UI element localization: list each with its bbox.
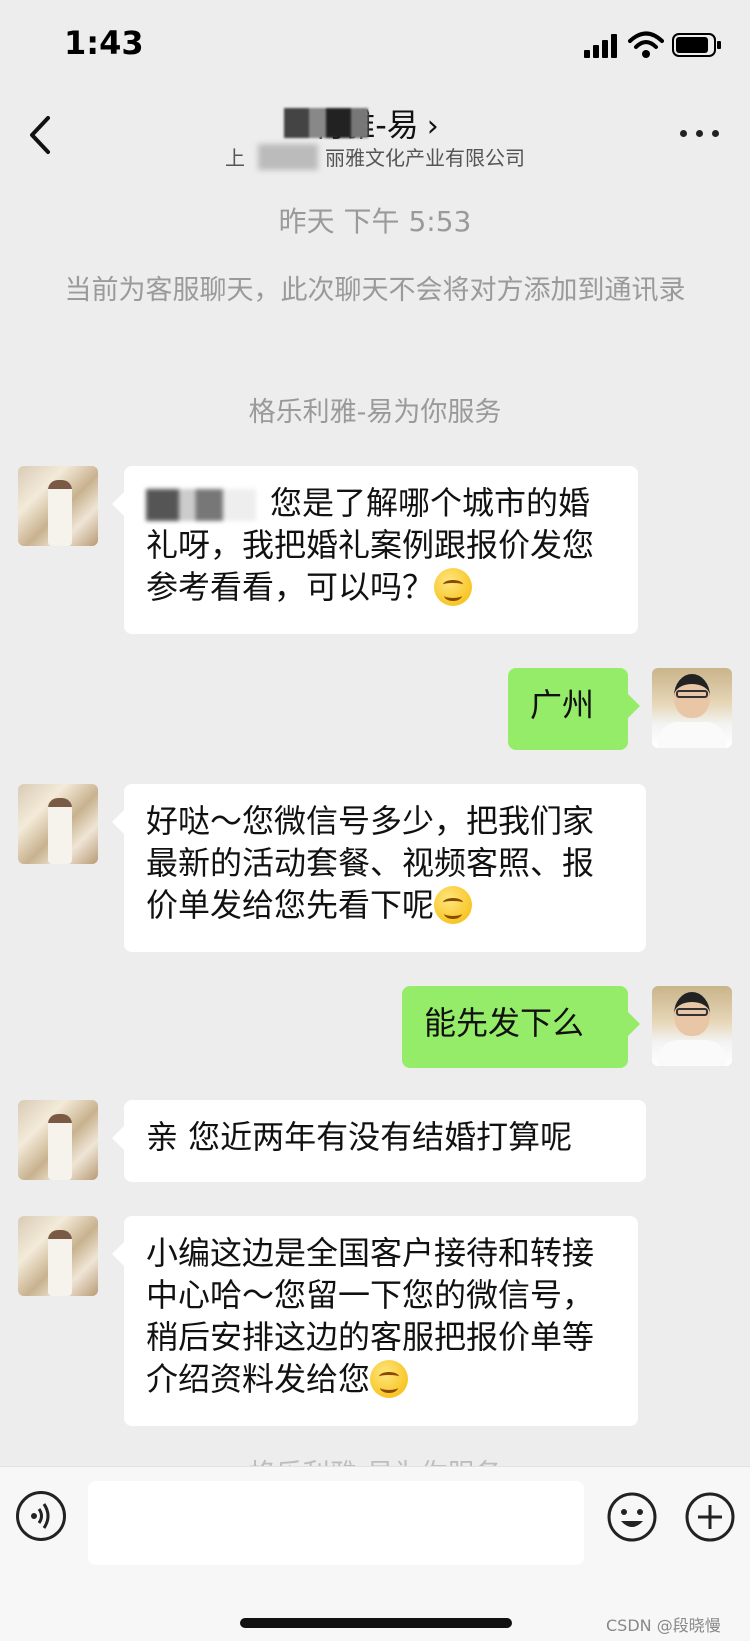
chevron-right-icon: › bbox=[426, 109, 439, 144]
message-text: 广州 bbox=[530, 686, 595, 724]
message-bubble-incoming[interactable]: 您是了解哪个城市的婚礼呀，我把婚礼案例跟报价发您参考看看，可以吗？ bbox=[112, 466, 638, 634]
message-text: 亲 您近两年有没有结婚打算呢 bbox=[146, 1118, 573, 1156]
ellipsis-icon bbox=[680, 130, 687, 137]
message-bubble-incoming[interactable]: 亲 您近两年有没有结婚打算呢 bbox=[112, 1100, 646, 1182]
wink-emoji-icon bbox=[370, 1360, 409, 1398]
home-indicator bbox=[240, 1618, 512, 1628]
plus-button[interactable] bbox=[684, 1491, 736, 1543]
user-avatar[interactable] bbox=[652, 986, 732, 1066]
status-bar: 1:43 bbox=[0, 0, 750, 90]
user-avatar[interactable] bbox=[652, 668, 732, 748]
voice-icon bbox=[31, 1503, 50, 1529]
chat-header: 利雅-易› 上丽雅文化产业有限公司 bbox=[0, 90, 750, 180]
chat-title[interactable]: 利雅-易› bbox=[0, 100, 750, 146]
watermark: CSDN @段晓慢 bbox=[606, 1616, 721, 1635]
glasses-icon bbox=[676, 1008, 708, 1016]
smile-emoji-icon bbox=[434, 886, 473, 924]
system-notice: 当前为客服聊天，此次聊天不会将对方添加到通讯录 bbox=[64, 275, 686, 306]
service-notice: 格乐利雅-易为你服务 bbox=[248, 397, 502, 428]
message-input[interactable] bbox=[88, 1481, 584, 1565]
message-bubble-outgoing[interactable]: 广州 bbox=[508, 668, 640, 750]
message-bubble-incoming[interactable]: 好哒～您微信号多少，把我们家最新的活动套餐、视频客照、报价单发给您先看下呢 bbox=[112, 784, 646, 952]
contact-avatar[interactable] bbox=[18, 1100, 98, 1180]
message-text: 好哒～您微信号多少，把我们家最新的活动套餐、视频客照、报价单发给您先看下呢 bbox=[146, 802, 595, 924]
message-bubble-outgoing[interactable]: 能先发下么 bbox=[402, 986, 640, 1068]
message-timestamp: 昨天 下午 5:53 bbox=[278, 205, 472, 238]
wifi-icon bbox=[628, 31, 664, 58]
emoji-button[interactable] bbox=[606, 1491, 658, 1543]
redacted-name bbox=[284, 108, 368, 138]
voice-button[interactable] bbox=[16, 1491, 66, 1541]
contact-avatar[interactable] bbox=[18, 466, 98, 546]
smile-emoji-icon bbox=[434, 568, 473, 606]
battery-icon bbox=[672, 33, 721, 57]
message-bubble-incoming[interactable]: 小编这边是全国客户接待和转接中心哈～您留一下您的微信号，稍后安排这边的客服把报价… bbox=[112, 1216, 638, 1426]
status-time: 1:43 bbox=[64, 24, 144, 62]
redacted-greeting bbox=[146, 489, 256, 521]
glasses-icon bbox=[676, 690, 708, 698]
contact-avatar[interactable] bbox=[18, 784, 98, 864]
chat-subtitle: 上丽雅文化产业有限公司 bbox=[225, 146, 525, 170]
redacted-company bbox=[258, 144, 318, 170]
more-button[interactable] bbox=[680, 122, 724, 142]
contact-avatar[interactable] bbox=[18, 1216, 98, 1296]
signal-icon bbox=[584, 34, 617, 58]
message-text: 能先发下么 bbox=[424, 1004, 585, 1042]
